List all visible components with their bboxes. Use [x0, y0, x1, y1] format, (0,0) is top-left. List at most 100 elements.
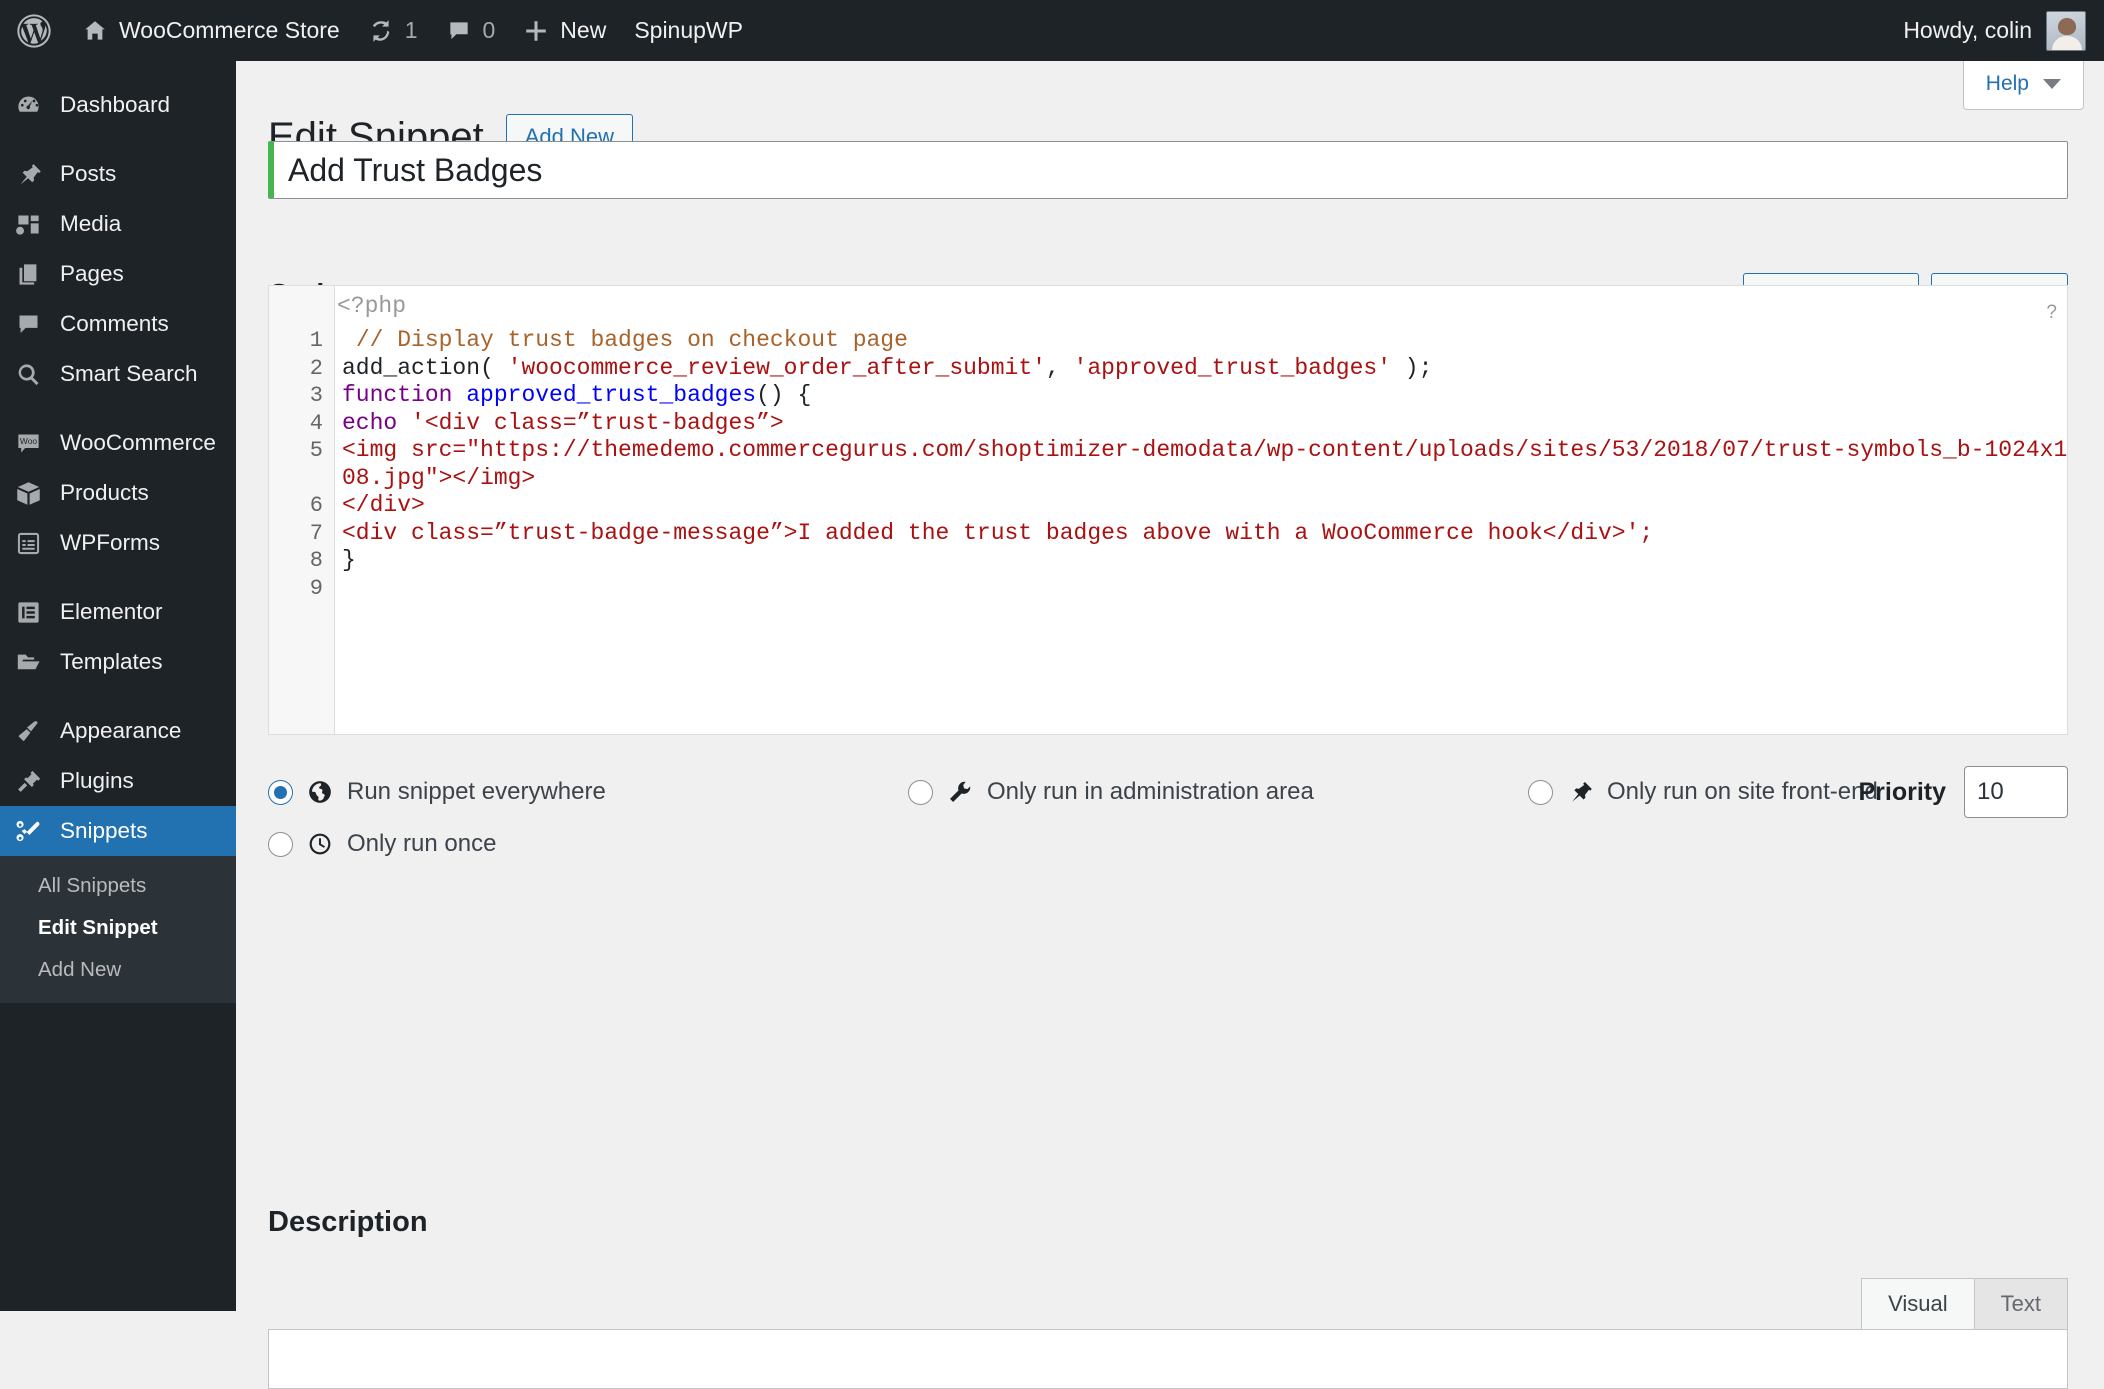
scope-option-frontend[interactable]: Only run on site front-end — [1528, 778, 1878, 806]
sidebar-item-comments[interactable]: Comments — [0, 299, 236, 349]
editor-help-icon[interactable]: ? — [2046, 302, 2057, 324]
sidebar-item-posts[interactable]: Posts — [0, 149, 236, 199]
code-line: 2 add_action( 'woocommerce_review_order_a… — [269, 355, 2067, 383]
paintbrush-icon — [14, 717, 42, 745]
media-icon — [14, 210, 42, 238]
avatar — [2046, 10, 2086, 51]
comment-bubble-icon — [14, 310, 42, 338]
code-line-text: add_action( 'woocommerce_review_order_af… — [335, 355, 1432, 383]
code-token: function — [342, 382, 467, 408]
code-token: 'woocommerce_review_order_after_submit' — [507, 354, 1046, 381]
sidebar-item-products[interactable]: Products — [0, 468, 236, 518]
help-label: Help — [1985, 72, 2029, 95]
code-line-text: <div class=”trust-badge-message”>I added… — [335, 520, 1653, 548]
sidebar-item-plugins[interactable]: Plugins — [0, 756, 236, 806]
wordpress-logo-icon — [17, 13, 51, 48]
code-line-number: 8 — [309, 548, 323, 573]
account-menu[interactable]: Howdy, colin — [1889, 0, 2104, 61]
radio-front-end[interactable] — [1528, 779, 1553, 805]
code-editor[interactable]: <?php ? 1 // Display trust badges on che… — [268, 285, 2068, 735]
spinupwp-menu[interactable]: SpinupWP — [620, 0, 757, 61]
folder-icon — [14, 648, 42, 676]
submenu-item-all-snippets[interactable]: All Snippets — [0, 865, 236, 907]
new-content-label: New — [560, 17, 607, 43]
radio-everywhere[interactable] — [268, 779, 293, 805]
menu-spacer — [0, 130, 236, 149]
menu-spacer — [0, 61, 236, 80]
new-content-button[interactable]: New — [509, 0, 620, 61]
scope-option-label: Only run in administration area — [987, 778, 1314, 805]
description-editor[interactable] — [268, 1329, 2068, 1389]
code-token: approved_trust_badges — [466, 382, 757, 408]
code-token: 'approved_trust_badges' — [1073, 354, 1391, 381]
sidebar-item-label: Comments — [60, 311, 169, 336]
chevron-down-icon — [2043, 79, 2061, 89]
scope-row-2: Only run once — [268, 818, 2068, 870]
woo-icon: Woo — [14, 429, 42, 457]
code-line-number: 3 — [309, 383, 323, 408]
sidebar-item-pages[interactable]: Pages — [0, 249, 236, 299]
code-line-number: 9 — [309, 575, 323, 601]
site-name-label: WooCommerce Store — [119, 17, 340, 43]
pages-icon — [14, 260, 42, 288]
priority-input[interactable]: 10 — [1964, 766, 2068, 818]
wrench-icon — [946, 778, 974, 806]
sidebar-item-label: Templates — [60, 649, 163, 674]
updates-button[interactable]: 1 — [354, 0, 432, 61]
scope-option-everywhere[interactable]: Run snippet everywhere — [268, 778, 908, 806]
code-line-text: <img src="https://themedemo.commerceguru… — [335, 437, 2067, 492]
sidebar-item-label: Posts — [60, 161, 117, 186]
submenu-item-add-new[interactable]: Add New — [0, 949, 236, 991]
scope-option-once[interactable]: Only run once — [268, 830, 496, 858]
code-line-text: // Display trust badges on checkout page — [335, 327, 908, 355]
scope-option-admin[interactable]: Only run in administration area — [908, 778, 1528, 806]
help-button[interactable]: Help — [1962, 61, 2084, 110]
menu-spacer — [0, 568, 236, 587]
sidebar-item-snippets[interactable]: Snippets — [0, 806, 244, 856]
sidebar-item-appearance[interactable]: Appearance — [0, 706, 236, 756]
code-line-text: </div> — [335, 492, 425, 520]
comment-bubble-icon — [449, 21, 468, 39]
tab-text[interactable]: Text — [1973, 1278, 2068, 1329]
snippet-title-input[interactable]: Add Trust Badges — [268, 141, 2068, 199]
site-name-menu[interactable]: WooCommerce Store — [68, 0, 354, 61]
description-section-label: Description — [268, 1206, 428, 1238]
code-line-number: 2 — [309, 355, 323, 381]
sidebar-item-wpforms[interactable]: WPForms — [0, 518, 236, 568]
editor-mode-tabs: Visual Text — [1861, 1278, 2068, 1329]
code-token: ); — [1391, 354, 1433, 381]
sidebar-item-smart-search[interactable]: Smart Search — [0, 349, 236, 399]
tab-visual[interactable]: Visual — [1861, 1278, 1975, 1329]
pin-icon — [14, 160, 42, 188]
sidebar-item-templates[interactable]: Templates — [0, 637, 236, 687]
sidebar-item-elementor[interactable]: Elementor — [0, 587, 236, 637]
code-line-text — [335, 575, 342, 603]
snippets-submenu: All Snippets Edit Snippet Add New — [0, 856, 236, 1003]
radio-admin-area[interactable] — [908, 779, 933, 805]
code-token: echo — [342, 409, 412, 436]
sidebar-item-media[interactable]: Media — [0, 199, 236, 249]
radio-run-once[interactable] — [268, 831, 293, 857]
code-line: 1 // Display trust badges on checkout pa… — [269, 327, 2067, 355]
code-token: } — [342, 547, 356, 573]
sidebar-item-label: WooCommerce — [60, 430, 216, 455]
code-line: 6 </div> — [269, 492, 2067, 520]
globe-icon — [306, 778, 334, 806]
search-icon — [14, 360, 42, 388]
sidebar-item-label: Dashboard — [60, 92, 171, 117]
sidebar-item-dashboard[interactable]: Dashboard — [0, 80, 236, 130]
elementor-icon — [14, 598, 42, 626]
comments-button[interactable]: 0 — [432, 0, 510, 61]
code-token: , — [1045, 354, 1074, 381]
pin-icon — [1566, 778, 1594, 806]
code-line-number: 7 — [309, 520, 323, 546]
code-token: '<div class=”trust-badges”> — [411, 409, 784, 436]
help-tab-wrapper: Help — [1962, 61, 2084, 110]
priority-control: Priority 10 — [1858, 766, 2068, 818]
code-line: 7 <div class=”trust-badge-message”>I adde… — [269, 520, 2067, 548]
code-token: // Display trust badges on checkout page — [342, 327, 908, 353]
sidebar-item-woocommerce[interactable]: Woo WooCommerce — [0, 418, 236, 468]
code-line-number: 5 — [309, 438, 323, 463]
wordpress-logo-button[interactable] — [0, 0, 68, 61]
submenu-item-edit-snippet[interactable]: Edit Snippet — [0, 907, 236, 949]
